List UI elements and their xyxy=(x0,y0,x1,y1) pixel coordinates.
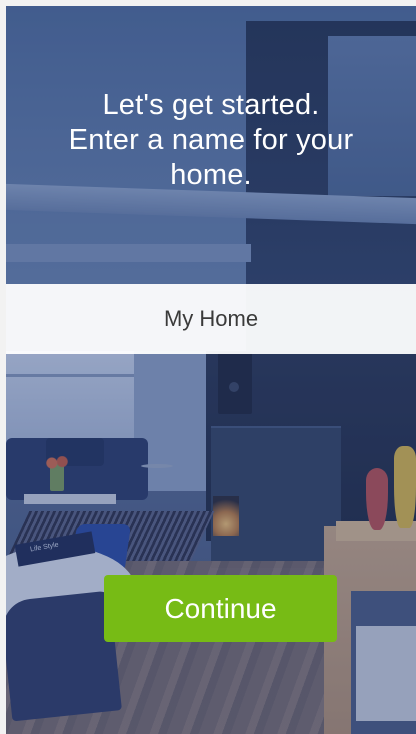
onboarding-screen: Life Style Let's get started. Enter a na… xyxy=(6,6,416,734)
headline-line: Let's get started. xyxy=(102,89,320,121)
home-name-input[interactable] xyxy=(6,284,416,354)
headline-line: Enter a name for your xyxy=(68,124,354,156)
onboarding-headline: Let's get started. Enter a name for your… xyxy=(26,88,396,193)
headline-line: home. xyxy=(170,159,252,191)
continue-button[interactable]: Continue xyxy=(104,575,337,642)
